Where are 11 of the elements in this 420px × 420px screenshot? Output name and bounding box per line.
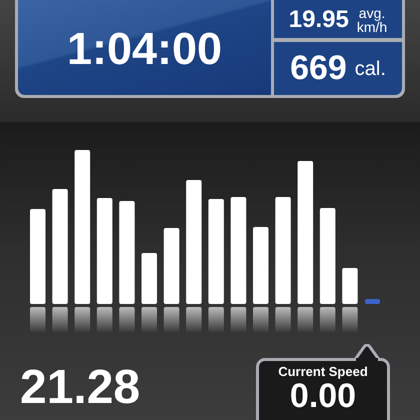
current-speed-label: Current Speed <box>278 364 368 379</box>
stat-value: 19.95 <box>288 6 349 34</box>
stat-unit: km/h <box>356 20 388 34</box>
distance-value: 21.28 <box>20 364 140 412</box>
current-speed-value: 0.00 <box>290 379 356 413</box>
stat-unit: cal. <box>354 58 386 78</box>
elapsed-time: 1:04:00 <box>66 23 222 75</box>
bar <box>342 268 358 333</box>
stat-unit: avg. <box>358 6 386 20</box>
current-bar-marker <box>365 299 380 304</box>
stat-value: 669 <box>290 49 347 88</box>
